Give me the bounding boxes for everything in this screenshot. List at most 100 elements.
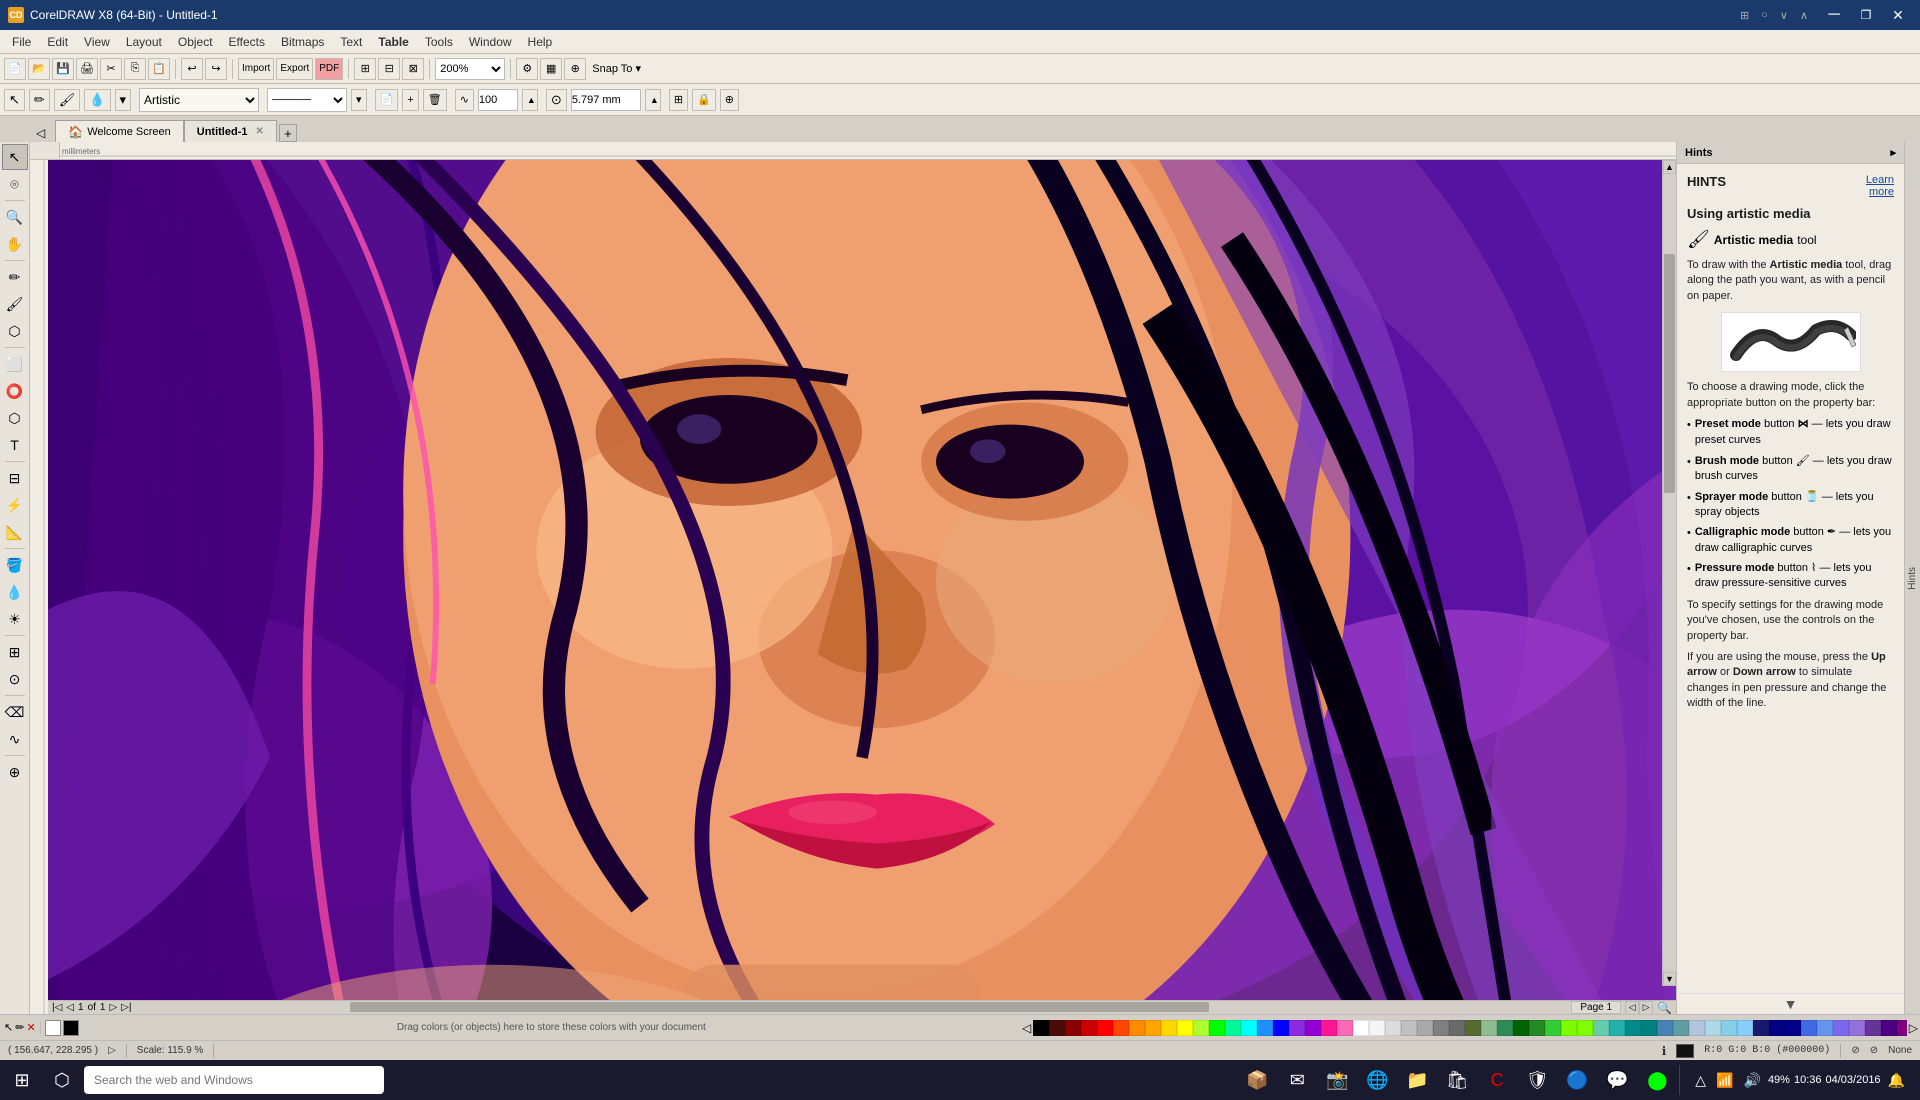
new-object-button[interactable]: 📄 (375, 89, 399, 111)
vertical-scrollbar[interactable]: ▲ ▼ (1662, 160, 1676, 986)
palette-color-swatch[interactable] (1369, 1020, 1385, 1036)
taskbar-photos[interactable]: 📸 (1319, 1062, 1355, 1098)
next-page-button[interactable]: ▷ (109, 1002, 117, 1013)
scroll-track[interactable] (1663, 174, 1676, 972)
tool-pan[interactable]: ✋ (2, 231, 28, 257)
taskbar-mail[interactable]: ✉ (1279, 1062, 1315, 1098)
learn-more-link[interactable]: Learn more (1866, 174, 1894, 198)
tab-welcome[interactable]: 🏠 Welcome Screen (55, 120, 184, 142)
palette-color-swatch[interactable] (1609, 1020, 1625, 1036)
size-up[interactable]: ▲ (645, 89, 661, 111)
taskbar-ie[interactable]: 🌐 (1359, 1062, 1395, 1098)
tool-artistic-media[interactable]: 🖌 (2, 291, 28, 317)
scroll-right-button[interactable]: ▷ (1639, 1001, 1653, 1015)
taskbar-windows-store[interactable]: 🛍 (1439, 1062, 1475, 1098)
status-arrow[interactable]: ▷ (108, 1045, 116, 1056)
menu-window[interactable]: Window (461, 33, 520, 51)
tool-spray[interactable]: 💧 (84, 89, 110, 111)
tool-fill[interactable]: 🪣 (2, 552, 28, 578)
menu-bitmaps[interactable]: Bitmaps (273, 33, 332, 51)
taskbar-explorer[interactable]: 📁 (1399, 1062, 1435, 1098)
palette-color-swatch[interactable] (1497, 1020, 1513, 1036)
taskbar-store[interactable]: 📦 (1239, 1062, 1275, 1098)
tool-parallel[interactable]: ⊟ (2, 465, 28, 491)
palette-color-swatch[interactable] (1641, 1020, 1657, 1036)
artistic-mode-select[interactable]: Artistic Brush Sprayer Calligraphic Pres… (139, 88, 259, 112)
palette-color-swatch[interactable] (1081, 1020, 1097, 1036)
palette-color-swatch[interactable] (1721, 1020, 1737, 1036)
palette-color-swatch[interactable] (1897, 1020, 1907, 1036)
close-button[interactable]: ✕ (1884, 5, 1912, 25)
scroll-down-button[interactable]: ▼ (1663, 972, 1676, 986)
palette-color-swatch[interactable] (1785, 1020, 1801, 1036)
select-icon[interactable]: ↖ (4, 1021, 13, 1034)
save-button[interactable]: 💾 (52, 58, 74, 80)
tray-date[interactable]: 04/03/2016 (1826, 1074, 1881, 1086)
palette-color-swatch[interactable] (1481, 1020, 1497, 1036)
open-button[interactable]: 📂 (28, 58, 50, 80)
palette-color-swatch[interactable] (1769, 1020, 1785, 1036)
tool-ellipse[interactable]: ⭕ (2, 378, 28, 404)
palette-color-swatch[interactable] (1417, 1020, 1433, 1036)
palette-color-swatch[interactable] (1577, 1020, 1593, 1036)
taskbar-antivirus[interactable]: 🛡 (1519, 1062, 1555, 1098)
palette-color-swatch[interactable] (1657, 1020, 1673, 1036)
tray-sound[interactable]: 🔊 (1741, 1070, 1764, 1091)
palette-color-swatch[interactable] (1257, 1020, 1273, 1036)
horizontal-scrollbar[interactable]: |◁ ◁ 1 of 1 ▷ ▷| Page 1 ◁ ▷ (48, 1000, 1676, 1014)
palette-color-swatch[interactable] (1321, 1020, 1337, 1036)
palette-color-swatch[interactable] (1881, 1020, 1897, 1036)
tray-up-arrow[interactable]: △ (1692, 1070, 1709, 1091)
palette-right-arrow[interactable]: ▷ (1907, 1021, 1920, 1035)
right-tab-object-props[interactable]: Object Properties (1904, 531, 1905, 624)
palette-color-swatch[interactable] (1033, 1020, 1049, 1036)
tool-freehand[interactable]: ✏ (2, 264, 28, 290)
palette-color-swatch[interactable] (1449, 1020, 1465, 1036)
hints-scroll-down[interactable]: ▼ (1677, 993, 1904, 1014)
fullscreen-button[interactable]: ⊕ (564, 58, 586, 80)
palette-color-swatch[interactable] (1705, 1020, 1721, 1036)
export-button[interactable]: Export (276, 58, 313, 80)
tool-zoom[interactable]: 🔍 (2, 204, 28, 230)
page-label-tab[interactable]: Page 1 (1571, 1001, 1621, 1014)
palette-color-swatch[interactable] (1401, 1020, 1417, 1036)
palette-color-swatch[interactable] (1673, 1020, 1689, 1036)
palette-color-swatch[interactable] (1097, 1020, 1113, 1036)
taskbar-app1[interactable]: C (1479, 1062, 1515, 1098)
scroll-left-button[interactable]: ◁ (1625, 1001, 1639, 1015)
pencil-icon[interactable]: ✏ (15, 1021, 24, 1034)
palette-color-swatch[interactable] (1753, 1020, 1769, 1036)
palette-color-swatch[interactable] (1145, 1020, 1161, 1036)
print-button[interactable]: 🖨 (76, 58, 98, 80)
stroke-style-select[interactable]: ───── (267, 88, 347, 112)
palette-color-swatch[interactable] (1177, 1020, 1193, 1036)
add-brush-button[interactable]: + (402, 89, 418, 111)
menu-table[interactable]: Table (370, 33, 416, 51)
menu-edit[interactable]: Edit (39, 33, 76, 51)
palette-color-swatch[interactable] (1337, 1020, 1353, 1036)
palette-color-swatch[interactable] (1817, 1020, 1833, 1036)
tool-contour[interactable]: ⊙ (2, 666, 28, 692)
tool-measure[interactable]: 📐 (2, 519, 28, 545)
palette-color-swatch[interactable] (1129, 1020, 1145, 1036)
plus-button[interactable]: ⊕ (720, 89, 739, 111)
tool-pointer[interactable]: ↖ (2, 144, 28, 170)
palette-color-swatch[interactable] (1273, 1020, 1289, 1036)
palette-color-swatch[interactable] (1353, 1020, 1369, 1036)
size-input[interactable] (571, 89, 641, 111)
tool-pencil[interactable]: ✏ (29, 89, 50, 111)
tool-arrow[interactable]: ↖ (4, 89, 25, 111)
fill-swatch[interactable] (45, 1020, 61, 1036)
lock-button[interactable]: 🔒 (692, 89, 716, 111)
palette-color-swatch[interactable] (1593, 1020, 1609, 1036)
palette-color-swatch[interactable] (1625, 1020, 1641, 1036)
hints-collapse-button[interactable]: ▸ (1890, 146, 1896, 159)
palette-color-swatch[interactable] (1737, 1020, 1753, 1036)
palette-color-swatch[interactable] (1689, 1020, 1705, 1036)
smooth-button[interactable]: ∿ (455, 89, 474, 111)
first-page-button[interactable]: |◁ (52, 1002, 62, 1013)
cut-button[interactable]: ✂ (100, 58, 122, 80)
grid-button[interactable]: ⊟ (378, 58, 400, 80)
palette-color-swatch[interactable] (1433, 1020, 1449, 1036)
palette-left-arrow[interactable]: ◁ (1020, 1021, 1033, 1035)
